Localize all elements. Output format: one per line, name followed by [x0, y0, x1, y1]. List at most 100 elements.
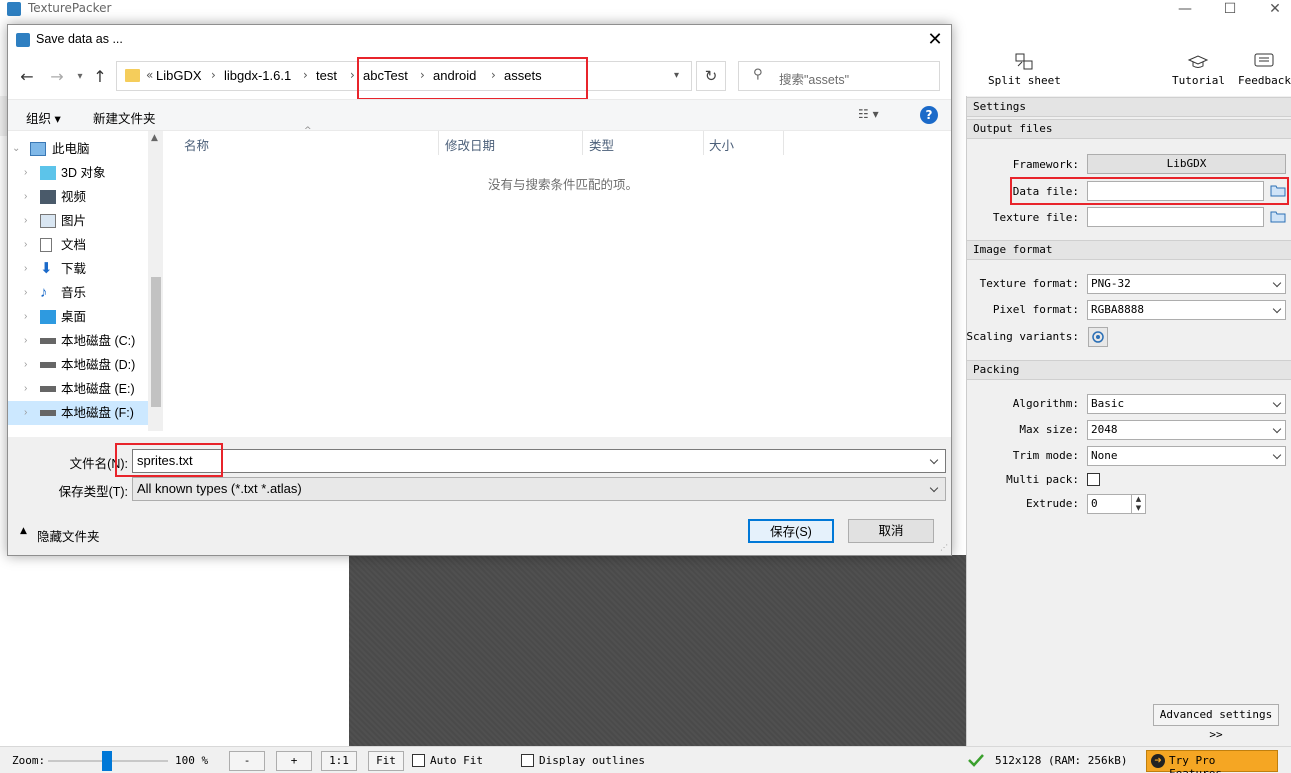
feedback-button[interactable]: Feedback: [1238, 52, 1291, 87]
chevron-right-icon[interactable]: ›: [24, 353, 27, 377]
filename-highlight: [115, 443, 223, 477]
chevron-right-icon[interactable]: ›: [24, 185, 27, 209]
forward-arrow-icon[interactable]: →: [48, 67, 66, 86]
organize-button[interactable]: 组织 ▾: [26, 108, 61, 127]
breadcrumb-item[interactable]: test: [316, 68, 337, 83]
tree-item[interactable]: › 本地磁盘 (C:): [8, 329, 153, 353]
chevron-right-icon[interactable]: ›: [24, 401, 27, 425]
dialog-titlebar: Save data as ... ✕: [8, 25, 951, 55]
chevron-right-icon[interactable]: ›: [303, 68, 308, 82]
tree-item[interactable]: › 文档: [8, 233, 153, 257]
tree-item[interactable]: › 视频: [8, 185, 153, 209]
view-options-icon[interactable]: ☷ ▾: [858, 107, 879, 121]
maximize-button[interactable]: ☐: [1207, 0, 1253, 18]
multi-pack-checkbox[interactable]: [1087, 473, 1100, 486]
algorithm-select[interactable]: Basic: [1087, 394, 1286, 414]
app-logo-icon: [7, 2, 21, 16]
cancel-button[interactable]: 取消: [848, 519, 934, 543]
back-arrow-icon[interactable]: ←: [18, 67, 36, 86]
video-icon: [40, 190, 56, 204]
tree-item-label: 下载: [61, 262, 87, 276]
pixel-format-select[interactable]: RGBA8888: [1087, 300, 1286, 320]
chevron-right-icon[interactable]: ›: [24, 329, 27, 353]
dialog-close-icon[interactable]: ✕: [922, 27, 948, 53]
breadcrumb-item[interactable]: libgdx-1.6.1: [224, 68, 291, 83]
column-divider[interactable]: [783, 131, 784, 155]
texture-format-select[interactable]: PNG-32: [1087, 274, 1286, 294]
texture-file-folder-icon[interactable]: [1270, 210, 1286, 223]
preview-canvas[interactable]: [349, 555, 966, 746]
tree-item-selected[interactable]: › 本地磁盘 (F:): [8, 401, 153, 425]
filename-input[interactable]: sprites.txt: [132, 449, 946, 473]
chevron-right-icon[interactable]: ›: [24, 257, 27, 281]
tree-item[interactable]: › 桌面: [8, 305, 153, 329]
chevron-right-icon[interactable]: ›: [24, 161, 27, 185]
chevron-right-icon[interactable]: ›: [350, 68, 355, 82]
zoom-in-button[interactable]: +: [276, 751, 312, 771]
tree-item-label: 视频: [61, 190, 87, 204]
new-folder-button[interactable]: 新建文件夹: [93, 108, 156, 127]
try-pro-button[interactable]: ➜ Try Pro Features.: [1146, 750, 1278, 773]
column-name[interactable]: 名称: [184, 135, 209, 154]
column-modified[interactable]: 修改日期: [445, 135, 495, 154]
chevron-down-icon[interactable]: ⌄: [12, 137, 20, 161]
column-divider[interactable]: [438, 131, 439, 155]
tree-item[interactable]: › 图片: [8, 209, 153, 233]
breadcrumb-item[interactable]: LibGDX: [156, 68, 202, 83]
texture-file-input[interactable]: [1087, 207, 1264, 227]
search-placeholder: 搜索"assets": [779, 73, 850, 87]
minimize-button[interactable]: —: [1162, 0, 1208, 18]
arrow-right-icon: ➜: [1151, 754, 1165, 768]
tree-item[interactable]: › 本地磁盘 (D:): [8, 353, 153, 377]
zoom-1to1-button[interactable]: 1:1: [321, 751, 357, 771]
zoom-slider-thumb[interactable]: [102, 751, 112, 771]
tree-item[interactable]: › ♪ 音乐: [8, 281, 153, 305]
chevron-down-icon[interactable]: ▾: [674, 70, 679, 81]
tree-item[interactable]: › 3D 对象: [8, 161, 153, 185]
chevron-right-icon[interactable]: ›: [211, 68, 216, 82]
recent-chevron-icon[interactable]: ▾: [71, 71, 89, 82]
column-divider[interactable]: [582, 131, 583, 155]
save-button[interactable]: 保存(S): [748, 519, 834, 543]
tree-item-this-pc[interactable]: ⌄ 此电脑: [8, 137, 153, 161]
refresh-icon[interactable]: ↻: [696, 61, 726, 91]
filetype-select[interactable]: All known types (*.txt *.atlas): [132, 477, 946, 501]
tree-item[interactable]: › ⬇ 下载: [8, 257, 153, 281]
chevron-right-icon[interactable]: ›: [24, 377, 27, 401]
column-size[interactable]: 大小: [709, 135, 734, 154]
gear-icon[interactable]: [1088, 327, 1108, 347]
dialog-footer: 文件名(N): sprites.txt 保存类型(T): All known t…: [8, 437, 951, 555]
advanced-settings-button[interactable]: Advanced settings >>: [1153, 704, 1279, 741]
display-outlines-checkbox[interactable]: [521, 754, 534, 767]
zoom-value: 100 %: [175, 754, 209, 767]
up-arrow-icon[interactable]: ↑: [91, 67, 109, 86]
chevron-right-icon[interactable]: ›: [24, 209, 27, 233]
texture-file-label: Texture file:: [992, 211, 1079, 224]
zoom-out-button[interactable]: -: [229, 751, 265, 771]
auto-fit-checkbox[interactable]: [412, 754, 425, 767]
split-sheet-button[interactable]: Split sheet: [988, 52, 1061, 87]
tree-item[interactable]: › 本地磁盘 (E:): [8, 377, 153, 401]
column-type[interactable]: 类型: [589, 135, 614, 154]
resize-grip-icon[interactable]: ⋰: [940, 543, 948, 552]
scroll-up-icon[interactable]: ▲: [151, 133, 158, 143]
zoom-fit-button[interactable]: Fit: [368, 751, 404, 771]
column-divider[interactable]: [703, 131, 704, 155]
hide-folders-button[interactable]: 隐藏文件夹: [37, 526, 100, 545]
max-size-select[interactable]: 2048: [1087, 420, 1286, 440]
chevron-right-icon[interactable]: ›: [24, 281, 27, 305]
chevron-right-icon[interactable]: ›: [24, 233, 27, 257]
help-icon[interactable]: ?: [920, 106, 938, 124]
chevron-up-icon[interactable]: ▲: [20, 526, 27, 536]
desktop-icon: [40, 310, 56, 324]
tree-scrollbar-thumb[interactable]: [151, 277, 161, 407]
framework-button[interactable]: LibGDX: [1087, 154, 1286, 174]
extrude-stepper-icon[interactable]: ▲ ▼: [1131, 495, 1145, 513]
graduation-cap-icon: [1188, 55, 1209, 68]
tutorial-button[interactable]: Tutorial: [1172, 52, 1225, 87]
close-window-button[interactable]: ✕: [1252, 0, 1291, 18]
search-input[interactable]: ⚲ 搜索"assets": [738, 61, 940, 91]
trim-mode-select[interactable]: None: [1087, 446, 1286, 466]
chevron-right-icon[interactable]: ›: [24, 305, 27, 329]
breadcrumb-overflow[interactable]: «: [146, 68, 153, 82]
